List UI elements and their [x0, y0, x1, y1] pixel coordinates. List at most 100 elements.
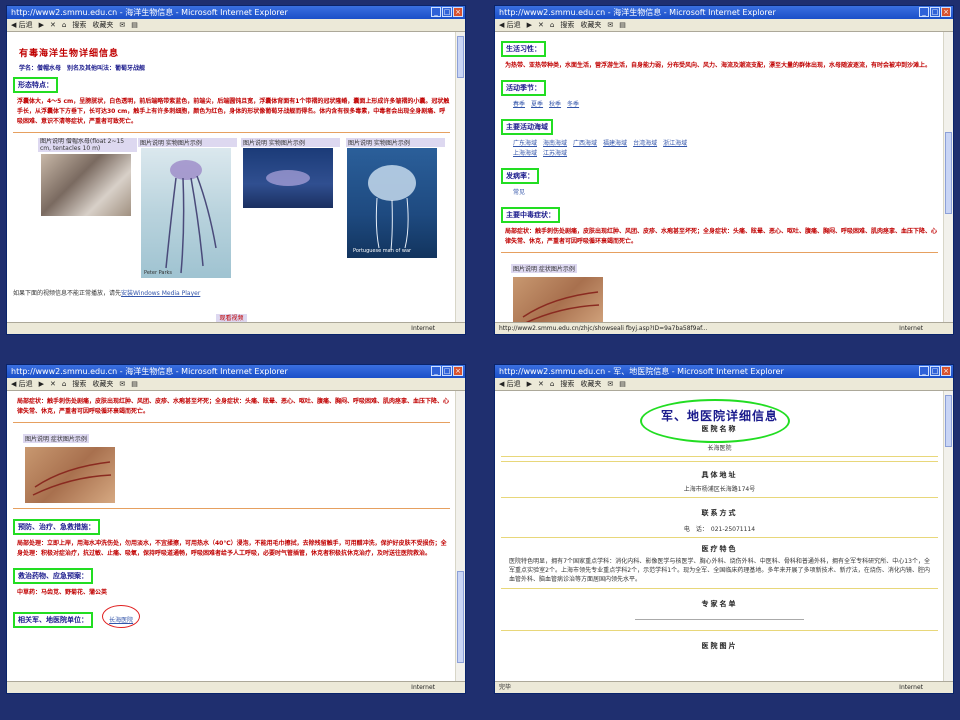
area-link[interactable]: 江苏海域 — [543, 150, 567, 157]
mail-icon[interactable]: ✉ — [119, 21, 125, 29]
home-button[interactable]: ⌂ — [550, 21, 554, 29]
photo-symptom[interactable] — [25, 447, 115, 503]
close-icon[interactable]: × — [453, 7, 463, 17]
title-bar[interactable]: http://www2.smmu.edu.cn - 军、地医院信息 - Micr… — [495, 365, 953, 378]
season-links: 春季 夏季 秋季 冬季 — [513, 100, 938, 110]
minimize-icon[interactable]: _ — [919, 7, 929, 17]
search-button[interactable]: 搜索 — [72, 379, 86, 389]
status-text: 完毕 — [499, 684, 512, 691]
stop-button[interactable]: ✕ — [538, 21, 544, 29]
divider — [13, 422, 450, 423]
home-button[interactable]: ⌂ — [62, 21, 66, 29]
install-player-link[interactable]: 安装Windows Media Player — [121, 290, 200, 297]
stop-button[interactable]: ✕ — [50, 21, 56, 29]
print-icon[interactable]: ▤ — [131, 21, 138, 29]
close-icon[interactable]: × — [941, 7, 951, 17]
wound-drawing — [522, 291, 600, 323]
address-value: 上海市杨浦区长海路174号 — [683, 486, 756, 493]
stop-button[interactable]: ✕ — [50, 380, 56, 388]
scroll-thumb[interactable] — [457, 571, 464, 663]
forward-button[interactable]: ▶ — [39, 380, 44, 388]
favorites-button[interactable]: 收藏夹 — [92, 20, 113, 30]
print-icon[interactable]: ▤ — [619, 380, 626, 388]
back-button[interactable]: ◀ 后退 — [11, 379, 33, 389]
jellyfish-drawing — [165, 160, 217, 274]
incidence-value: 常见 — [513, 189, 526, 196]
title-bar[interactable]: http://www2.smmu.edu.cn - 海洋生物信息 - Micro… — [495, 6, 953, 19]
home-button[interactable]: ⌂ — [62, 380, 66, 388]
toolbar: ◀ 后退 ▶ ✕ ⌂ 搜索 收藏夹 ✉ ▤ — [495, 19, 953, 32]
forward-button[interactable]: ▶ — [527, 21, 532, 29]
mail-icon[interactable]: ✉ — [607, 380, 613, 388]
season-link[interactable]: 秋季 — [549, 101, 561, 108]
back-button[interactable]: ◀ 后退 — [11, 20, 33, 30]
photo-credit: Portuguese man of war — [353, 248, 412, 254]
season-link[interactable]: 夏季 — [531, 101, 543, 108]
scrollbar[interactable] — [943, 32, 953, 323]
mail-icon[interactable]: ✉ — [607, 21, 613, 29]
scroll-thumb[interactable] — [945, 395, 952, 447]
photo-jellyfish-beach[interactable] — [41, 154, 131, 216]
photo-man-of-war-2[interactable] — [243, 148, 333, 208]
section-habit: 生活习性： — [501, 41, 546, 57]
scroll-thumb[interactable] — [945, 132, 952, 214]
photo-gallery: 图片说明 僧帽水母(float 2~15 cm, tentacles 10 m)… — [13, 138, 450, 288]
photo-caption: 图片说明 实物图片示例 — [346, 138, 445, 147]
season-link[interactable]: 春季 — [513, 101, 525, 108]
maximize-icon[interactable]: □ — [442, 7, 452, 17]
hospital-link[interactable]: 长海医院 — [109, 617, 133, 624]
scroll-thumb[interactable] — [457, 36, 464, 78]
close-icon[interactable]: × — [941, 366, 951, 376]
page-content: 生活习性： 为热带、亚热带种类，水面生活，营浮游生活，自身能力弱，分布受风向、风… — [495, 32, 944, 323]
photo-man-of-war-1[interactable]: Peter Parks — [141, 148, 231, 278]
browser-window-2: http://www2.smmu.edu.cn - 海洋生物信息 - Micro… — [494, 5, 954, 335]
hospital-name: 长海医院 — [707, 445, 732, 452]
minimize-icon[interactable]: _ — [919, 366, 929, 376]
area-link[interactable]: 台湾海域 — [633, 140, 657, 147]
scrollbar[interactable] — [943, 391, 953, 682]
phone-value: 电 话： 021-25071114 — [683, 526, 756, 533]
maximize-icon[interactable]: □ — [930, 7, 940, 17]
back-button[interactable]: ◀ 后退 — [499, 20, 521, 30]
area-link[interactable]: 浙江海域 — [663, 140, 687, 147]
area-link[interactable]: 上海海域 — [513, 150, 537, 157]
search-button[interactable]: 搜索 — [560, 379, 574, 389]
morphology-text: 浮囊体大，4～5 cm，呈膀胱状，白色透明，前后端略带紫蓝色，前端尖，后端圆钝且… — [17, 98, 450, 125]
title-bar[interactable]: http://www2.smmu.edu.cn - 海洋生物信息 - Micro… — [7, 6, 465, 19]
internet-zone: Internet — [411, 684, 435, 691]
maximize-icon[interactable]: □ — [930, 366, 940, 376]
area-link[interactable]: 广东海域 — [513, 140, 537, 147]
forward-button[interactable]: ▶ — [527, 380, 532, 388]
toolbar: ◀ 后退 ▶ ✕ ⌂ 搜索 收藏夹 ✉ ▤ — [7, 19, 465, 32]
forward-button[interactable]: ▶ — [39, 21, 44, 29]
favorites-button[interactable]: 收藏夹 — [580, 20, 601, 30]
home-button[interactable]: ⌂ — [550, 380, 554, 388]
favorites-button[interactable]: 收藏夹 — [580, 379, 601, 389]
sea-area-links: 广东海域 海南海域 广西海域 福建海域 台湾海域 浙江海域 上海海域 江苏海域 — [513, 139, 938, 159]
section-hospitals: 相关军、地医院单位： — [13, 612, 93, 628]
minimize-icon[interactable]: _ — [431, 7, 441, 17]
back-button[interactable]: ◀ 后退 — [499, 379, 521, 389]
search-button[interactable]: 搜索 — [560, 20, 574, 30]
scrollbar[interactable] — [455, 391, 465, 682]
close-icon[interactable]: × — [453, 366, 463, 376]
favorites-button[interactable]: 收藏夹 — [92, 379, 113, 389]
page-content: 军、地医院详细信息 医院名称 长海医院 具体地址 上海市杨浦区长海路174号 联… — [495, 391, 944, 682]
area-link[interactable]: 广西海域 — [573, 140, 597, 147]
photo-symptom[interactable] — [513, 277, 603, 323]
area-link[interactable]: 海南海域 — [543, 140, 567, 147]
area-link[interactable]: 福建海域 — [603, 140, 627, 147]
stop-button[interactable]: ✕ — [538, 380, 544, 388]
divider — [501, 461, 938, 462]
print-icon[interactable]: ▤ — [131, 380, 138, 388]
search-button[interactable]: 搜索 — [72, 20, 86, 30]
maximize-icon[interactable]: □ — [442, 366, 452, 376]
title-bar[interactable]: http://www2.smmu.edu.cn - 海洋生物信息 - Micro… — [7, 365, 465, 378]
minimize-icon[interactable]: _ — [431, 366, 441, 376]
photo-man-of-war-3[interactable]: Portuguese man of war — [347, 148, 437, 258]
scrollbar[interactable] — [455, 32, 465, 323]
mail-icon[interactable]: ✉ — [119, 380, 125, 388]
season-link[interactable]: 冬季 — [567, 101, 579, 108]
print-icon[interactable]: ▤ — [619, 21, 626, 29]
status-bar: http://www2.smmu.edu.cn/zhjc/showseali f… — [495, 322, 953, 334]
